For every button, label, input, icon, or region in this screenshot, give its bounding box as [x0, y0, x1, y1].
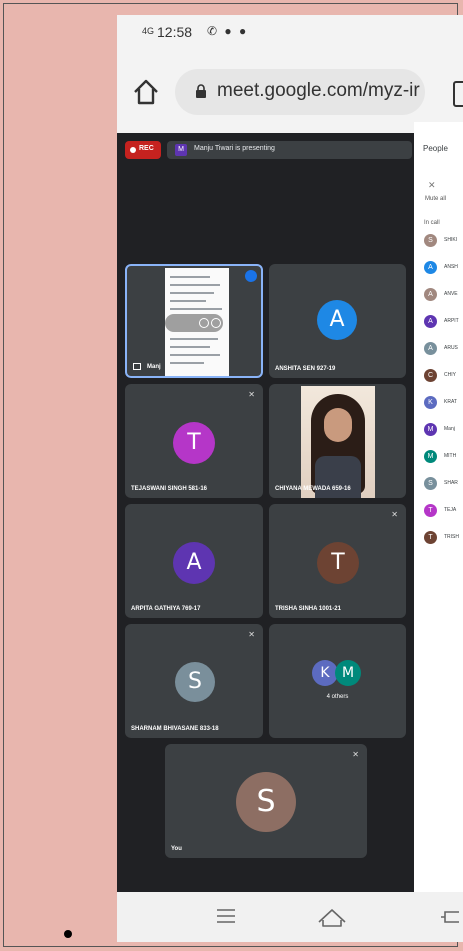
shared-line — [170, 362, 204, 364]
shared-line — [170, 308, 222, 310]
participant-avatar: A — [173, 542, 215, 584]
participant-avatar: T — [173, 422, 215, 464]
minus-icon[interactable] — [211, 318, 221, 328]
recents-icon[interactable] — [215, 906, 237, 926]
tile-participant[interactable]: ✕ T TEJASWANI SINGH 581-16 — [125, 384, 263, 498]
tile-name: TRISHA SINHA 1001-21 — [275, 606, 341, 612]
shared-line — [170, 300, 206, 302]
participant-name: TEJA — [444, 507, 457, 513]
participant-avatar: S — [424, 477, 437, 490]
shared-line — [170, 354, 220, 356]
notification-icons: ✆ ● ● — [207, 24, 249, 38]
recording-badge: REC — [125, 141, 161, 159]
participant-name: SHIKI — [444, 237, 458, 243]
share-overlay-controls — [165, 314, 223, 332]
tile-participant[interactable]: ✕ S SHARNAM BHIVASANE 833-18 — [125, 624, 263, 738]
in-call-label: In call — [424, 220, 440, 226]
record-icon — [130, 147, 136, 153]
tile-name: You — [171, 846, 182, 852]
participant-name: KRAT — [444, 399, 457, 405]
participant-avatar: T — [424, 531, 437, 544]
participant-avatar: A — [424, 261, 437, 274]
bullet-dot — [64, 930, 72, 938]
tile-others[interactable]: K M 4 others — [269, 624, 406, 738]
shared-line — [170, 346, 210, 348]
participant-avatar: A — [424, 288, 437, 301]
participant-name: ANVE — [444, 291, 458, 297]
participant-name: SHAR — [444, 480, 458, 486]
tile-participant[interactable]: A ARPITA GATHIYA 769-17 — [125, 504, 263, 618]
home-nav-icon[interactable] — [317, 906, 347, 928]
mic-off-icon: ✕ — [352, 750, 359, 759]
participant-name: ARUS — [444, 345, 458, 351]
tile-name: ARPITA GATHIYA 769-17 — [131, 606, 201, 612]
participant-name: TRISH — [444, 534, 459, 540]
others-label: 4 others — [326, 694, 349, 700]
shared-line — [170, 284, 220, 286]
participant-avatar: S — [175, 662, 215, 702]
browser-toolbar: meet.google.com/myz-ir — [117, 51, 463, 133]
tile-video[interactable]: CHIYANA MEWADA 659-16 — [269, 384, 406, 498]
panel-title: People — [423, 144, 448, 153]
mute-all-label[interactable]: Mute all — [425, 196, 446, 202]
back-icon[interactable] — [439, 906, 461, 926]
url-text: meet.google.com/myz-ir — [217, 80, 420, 101]
participant-avatar: S — [236, 772, 296, 832]
participant-avatar: K — [424, 396, 437, 409]
participant-avatar: M — [335, 660, 361, 686]
people-panel: People ✕ Mute all In call S SHIKI A ANSH A… — [414, 122, 463, 907]
participant-avatar: T — [424, 504, 437, 517]
tile-name: CHIYANA MEWADA 659-16 — [275, 486, 351, 492]
shared-line — [170, 276, 210, 278]
lock-icon — [196, 84, 206, 98]
tile-participant[interactable]: A ANSHITA SEN 927-19 — [269, 264, 406, 378]
participant-avatar: A — [317, 300, 357, 340]
participant-name: ARPIT — [444, 318, 459, 324]
participant-avatar: C — [424, 369, 437, 382]
tabs-button[interactable] — [453, 81, 463, 107]
tile-name: Manj — [147, 364, 161, 370]
shared-screen — [165, 268, 229, 376]
participant-video — [301, 386, 375, 498]
participant-name: CHIY — [444, 372, 456, 378]
signal-indicator: 4G — [142, 26, 155, 36]
status-time: 12:58 — [157, 24, 193, 40]
participant-avatar: A — [424, 342, 437, 355]
participant-name: ANSH — [444, 264, 458, 270]
tile-name: ANSHITA SEN 927-19 — [275, 366, 336, 372]
audio-indicator-icon — [245, 270, 257, 282]
pin-icon[interactable] — [199, 318, 209, 328]
presenter-avatar: M — [175, 144, 187, 156]
mic-off-icon: ✕ — [248, 630, 255, 639]
presenting-text: Manju Tiwari is presenting — [194, 145, 275, 152]
participant-avatar: T — [317, 542, 359, 584]
face-shape — [324, 408, 352, 442]
mic-off-icon: ✕ — [248, 390, 255, 399]
mic-off-icon: ✕ — [391, 510, 398, 519]
address-bar[interactable]: meet.google.com/myz-ir — [175, 69, 425, 115]
present-icon — [133, 363, 141, 370]
tile-participant[interactable]: ✕ T TRISHA SINHA 1001-21 — [269, 504, 406, 618]
participant-name: Manj — [444, 426, 455, 432]
tile-self[interactable]: ✕ S You — [165, 744, 367, 858]
participant-avatar: S — [424, 234, 437, 247]
shared-line — [170, 338, 218, 340]
tile-name: TEJASWANI SINGH 581-16 — [131, 486, 208, 492]
android-nav-bar — [117, 892, 463, 942]
home-icon[interactable] — [131, 77, 161, 107]
participant-avatar: M — [424, 423, 437, 436]
participant-name: MITH — [444, 453, 457, 459]
shared-line — [170, 292, 214, 294]
presenting-banner[interactable]: M Manju Tiwari is presenting — [167, 141, 412, 159]
tile-name: SHARNAM BHIVASANE 833-18 — [131, 726, 219, 732]
status-bar: 4G 12:58 ✆ ● ● — [117, 15, 463, 51]
participant-avatar: M — [424, 450, 437, 463]
phone-screen: 4G 12:58 ✆ ● ● meet.google.com/myz-ir RE… — [117, 15, 463, 942]
mute-all-icon[interactable]: ✕ — [428, 180, 436, 191]
meet-area: REC M Manju Tiwari is presenting Manj A … — [117, 133, 414, 907]
participant-avatar: A — [424, 315, 437, 328]
tile-screen-share[interactable]: Manj — [125, 264, 263, 378]
rec-label: REC — [139, 145, 154, 152]
